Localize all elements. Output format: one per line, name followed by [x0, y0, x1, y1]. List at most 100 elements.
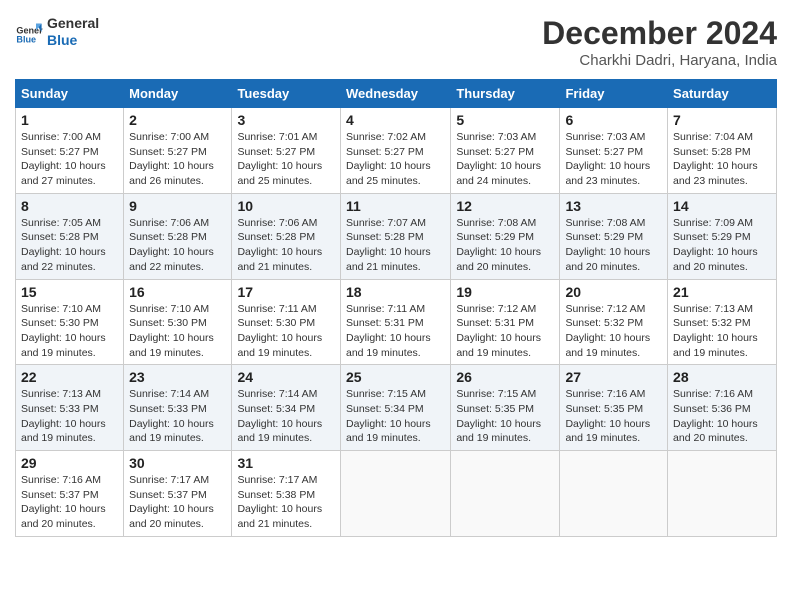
day-number: 29 [21, 455, 118, 471]
calendar-cell: 12 Sunrise: 7:08 AMSunset: 5:29 PMDayligh… [451, 193, 560, 279]
calendar-cell: 19Sunrise: 7:12 AMSunset: 5:31 PMDayligh… [451, 279, 560, 365]
day-number: 2 [129, 112, 226, 128]
day-number: 22 [21, 369, 118, 385]
calendar-cell: 17 Sunrise: 7:11 AMSunset: 5:30 PMDayligh… [232, 279, 341, 365]
calendar-cell: 31Sunrise: 7:17 AMSunset: 5:38 PMDayligh… [232, 451, 341, 537]
calendar-cell: 18 Sunrise: 7:11 AMSunset: 5:31 PMDayligh… [340, 279, 450, 365]
calendar-cell: 29 Sunrise: 7:16 AMSunset: 5:37 PMDayligh… [16, 451, 124, 537]
header-thursday: Thursday [451, 80, 560, 108]
day-info: Sunrise: 7:06 AMSunset: 5:28 PMDaylight:… [237, 216, 335, 275]
calendar-cell: 23Sunrise: 7:14 AMSunset: 5:33 PMDayligh… [124, 365, 232, 451]
day-info: Sunrise: 7:16 AMSunset: 5:36 PMDaylight:… [673, 387, 771, 446]
calendar-week-4: 22 Sunrise: 7:13 AMSunset: 5:33 PMDayligh… [16, 365, 777, 451]
calendar-cell [668, 451, 777, 537]
calendar-cell [340, 451, 450, 537]
day-number: 6 [565, 112, 662, 128]
calendar-cell: 30Sunrise: 7:17 AMSunset: 5:37 PMDayligh… [124, 451, 232, 537]
header-wednesday: Wednesday [340, 80, 450, 108]
calendar-cell: 22 Sunrise: 7:13 AMSunset: 5:33 PMDayligh… [16, 365, 124, 451]
day-number: 16 [129, 284, 226, 300]
day-info: Sunrise: 7:02 AMSunset: 5:27 PMDaylight:… [346, 130, 445, 189]
day-number: 12 [456, 198, 554, 214]
day-info: Sunrise: 7:14 AMSunset: 5:34 PMDaylight:… [237, 387, 335, 446]
day-info: Sunrise: 7:08 AMSunset: 5:29 PMDaylight:… [456, 216, 554, 275]
calendar-week-5: 29 Sunrise: 7:16 AMSunset: 5:37 PMDayligh… [16, 451, 777, 537]
day-number: 8 [21, 198, 118, 214]
month-title: December 2024 [542, 15, 777, 52]
day-info: Sunrise: 7:15 AMSunset: 5:34 PMDaylight:… [346, 387, 445, 446]
day-info: Sunrise: 7:00 AMSunset: 5:27 PMDaylight:… [21, 130, 118, 189]
calendar-cell: 13 Sunrise: 7:08 AMSunset: 5:29 PMDayligh… [560, 193, 668, 279]
day-number: 25 [346, 369, 445, 385]
day-number: 27 [565, 369, 662, 385]
logo-icon: General Blue [15, 18, 43, 46]
calendar-cell [560, 451, 668, 537]
day-info: Sunrise: 7:11 AMSunset: 5:30 PMDaylight:… [237, 302, 335, 361]
day-number: 28 [673, 369, 771, 385]
calendar-cell: 28 Sunrise: 7:16 AMSunset: 5:36 PMDayligh… [668, 365, 777, 451]
logo-line2: Blue [47, 32, 99, 49]
day-info: Sunrise: 7:11 AMSunset: 5:31 PMDaylight:… [346, 302, 445, 361]
title-area: December 2024 Charkhi Dadri, Haryana, In… [542, 15, 777, 69]
calendar-cell: 9 Sunrise: 7:06 AMSunset: 5:28 PMDaylight… [124, 193, 232, 279]
calendar-cell: 5 Sunrise: 7:03 AMSunset: 5:27 PMDaylight… [451, 108, 560, 194]
day-number: 14 [673, 198, 771, 214]
day-info: Sunrise: 7:06 AMSunset: 5:28 PMDaylight:… [129, 216, 226, 275]
day-number: 18 [346, 284, 445, 300]
day-info: Sunrise: 7:03 AMSunset: 5:27 PMDaylight:… [456, 130, 554, 189]
logo-line1: General [47, 15, 99, 32]
calendar-cell: 21Sunrise: 7:13 AMSunset: 5:32 PMDayligh… [668, 279, 777, 365]
day-info: Sunrise: 7:13 AMSunset: 5:32 PMDaylight:… [673, 302, 771, 361]
day-info: Sunrise: 7:16 AMSunset: 5:37 PMDaylight:… [21, 473, 118, 532]
day-info: Sunrise: 7:12 AMSunset: 5:31 PMDaylight:… [456, 302, 554, 361]
calendar-cell: 3Sunrise: 7:01 AMSunset: 5:27 PMDaylight… [232, 108, 341, 194]
calendar-cell: 11Sunrise: 7:07 AMSunset: 5:28 PMDayligh… [340, 193, 450, 279]
day-number: 4 [346, 112, 445, 128]
day-info: Sunrise: 7:12 AMSunset: 5:32 PMDaylight:… [565, 302, 662, 361]
calendar-cell: 20 Sunrise: 7:12 AMSunset: 5:32 PMDayligh… [560, 279, 668, 365]
day-info: Sunrise: 7:10 AMSunset: 5:30 PMDaylight:… [129, 302, 226, 361]
day-number: 3 [237, 112, 335, 128]
header-tuesday: Tuesday [232, 80, 341, 108]
day-info: Sunrise: 7:10 AMSunset: 5:30 PMDaylight:… [21, 302, 118, 361]
location-title: Charkhi Dadri, Haryana, India [542, 52, 777, 69]
day-number: 20 [565, 284, 662, 300]
day-number: 11 [346, 198, 445, 214]
calendar-cell: 26Sunrise: 7:15 AMSunset: 5:35 PMDayligh… [451, 365, 560, 451]
calendar-cell: 25 Sunrise: 7:15 AMSunset: 5:34 PMDayligh… [340, 365, 450, 451]
day-number: 7 [673, 112, 771, 128]
calendar-cell: 1 Sunrise: 7:00 AMSunset: 5:27 PMDaylight… [16, 108, 124, 194]
svg-text:Blue: Blue [16, 34, 36, 44]
day-info: Sunrise: 7:08 AMSunset: 5:29 PMDaylight:… [565, 216, 662, 275]
day-info: Sunrise: 7:16 AMSunset: 5:35 PMDaylight:… [565, 387, 662, 446]
day-info: Sunrise: 7:14 AMSunset: 5:33 PMDaylight:… [129, 387, 226, 446]
day-number: 10 [237, 198, 335, 214]
day-info: Sunrise: 7:00 AMSunset: 5:27 PMDaylight:… [129, 130, 226, 189]
day-info: Sunrise: 7:04 AMSunset: 5:28 PMDaylight:… [673, 130, 771, 189]
calendar-week-2: 8Sunrise: 7:05 AMSunset: 5:28 PMDaylight… [16, 193, 777, 279]
calendar-cell: 8Sunrise: 7:05 AMSunset: 5:28 PMDaylight… [16, 193, 124, 279]
day-number: 9 [129, 198, 226, 214]
day-number: 13 [565, 198, 662, 214]
calendar-body: 1 Sunrise: 7:00 AMSunset: 5:27 PMDaylight… [16, 108, 777, 537]
calendar-cell: 24 Sunrise: 7:14 AMSunset: 5:34 PMDayligh… [232, 365, 341, 451]
day-info: Sunrise: 7:13 AMSunset: 5:33 PMDaylight:… [21, 387, 118, 446]
day-info: Sunrise: 7:17 AMSunset: 5:38 PMDaylight:… [237, 473, 335, 532]
header-saturday: Saturday [668, 80, 777, 108]
header-friday: Friday [560, 80, 668, 108]
calendar-cell: 16 Sunrise: 7:10 AMSunset: 5:30 PMDayligh… [124, 279, 232, 365]
calendar-week-3: 15Sunrise: 7:10 AMSunset: 5:30 PMDayligh… [16, 279, 777, 365]
day-info: Sunrise: 7:09 AMSunset: 5:29 PMDaylight:… [673, 216, 771, 275]
header-sunday: Sunday [16, 80, 124, 108]
header: General Blue General Blue December 2024 … [15, 15, 777, 69]
day-number: 1 [21, 112, 118, 128]
day-number: 30 [129, 455, 226, 471]
header-monday: Monday [124, 80, 232, 108]
day-number: 17 [237, 284, 335, 300]
calendar-cell: 7 Sunrise: 7:04 AMSunset: 5:28 PMDaylight… [668, 108, 777, 194]
day-info: Sunrise: 7:03 AMSunset: 5:27 PMDaylight:… [565, 130, 662, 189]
logo: General Blue General Blue [15, 15, 99, 49]
day-number: 5 [456, 112, 554, 128]
day-number: 24 [237, 369, 335, 385]
calendar-header-row: SundayMondayTuesdayWednesdayThursdayFrid… [16, 80, 777, 108]
